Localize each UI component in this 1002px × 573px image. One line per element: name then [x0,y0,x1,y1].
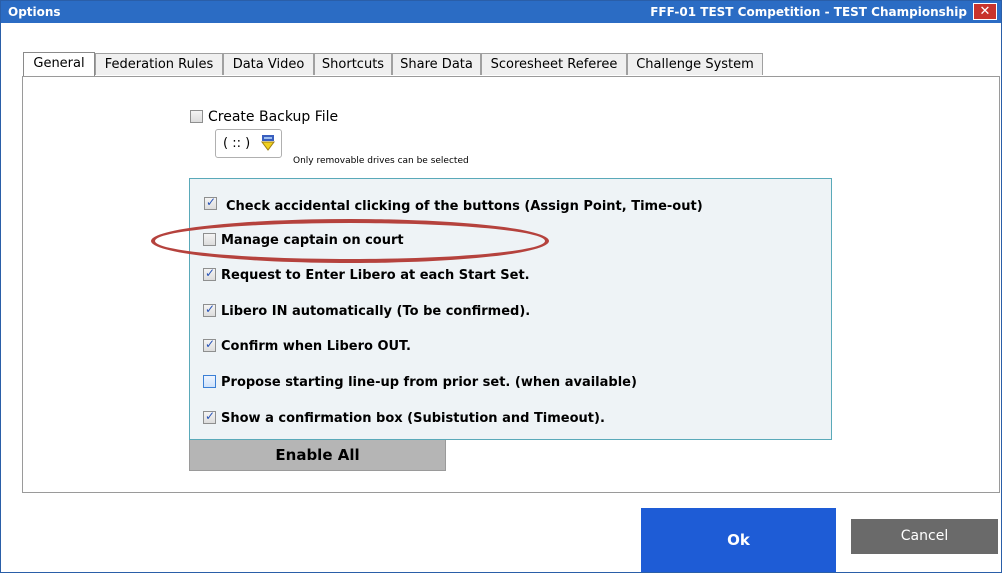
propose-lineup-label: Propose starting line-up from prior set.… [221,375,637,390]
confirmation-box-checkbox[interactable] [203,409,216,424]
competition-title: FFF-01 TEST Competition - TEST Champions… [650,5,967,19]
request-libero-checkbox[interactable] [203,266,216,281]
tab-shortcuts[interactable]: Shortcuts [314,53,392,75]
close-icon: ✕ [979,4,991,19]
drive-value: ( :: ) [223,136,251,151]
propose-lineup-checkbox[interactable] [203,375,216,388]
request-libero-label: Request to Enter Libero at each Start Se… [221,268,530,283]
highlight-annotation [151,219,549,263]
tab-federation-rules[interactable]: Federation Rules [95,53,223,75]
create-backup-label: Create Backup File [208,109,339,125]
tab-general[interactable]: General [23,52,95,76]
removable-drive-note: Only removable drives can be selected [293,156,469,166]
create-backup-checkbox[interactable] [190,110,203,123]
check-accidental-clicking-label: Check accidental clicking of the buttons… [226,199,703,214]
libero-in-label: Libero IN automatically (To be confirmed… [221,304,531,319]
drive-selector[interactable]: ( :: ) [215,129,282,158]
tab-data-video[interactable]: Data Video [223,53,314,75]
options-window: Options FFF-01 TEST Competition - TEST C… [0,0,1002,573]
confirm-libero-out-checkbox[interactable] [203,337,216,352]
cancel-button[interactable]: Cancel [851,519,998,554]
close-button[interactable]: ✕ [973,3,997,20]
ok-button[interactable]: Ok [641,508,836,572]
confirm-libero-out-label: Confirm when Libero OUT. [221,339,411,354]
tab-scoresheet-referee[interactable]: Scoresheet Referee [481,53,627,75]
enable-all-button[interactable]: Enable All [189,440,446,471]
libero-in-checkbox[interactable] [203,302,216,317]
confirmation-box-label: Show a confirmation box (Subistution and… [221,411,605,426]
title-bar: Options FFF-01 TEST Competition - TEST C… [1,1,1001,23]
usb-drive-icon [261,135,275,151]
check-accidental-clicking-checkbox[interactable] [204,195,217,210]
tab-challenge-system[interactable]: Challenge System [627,53,763,75]
tab-share-data[interactable]: Share Data [392,53,481,75]
window-title: Options [8,5,61,19]
